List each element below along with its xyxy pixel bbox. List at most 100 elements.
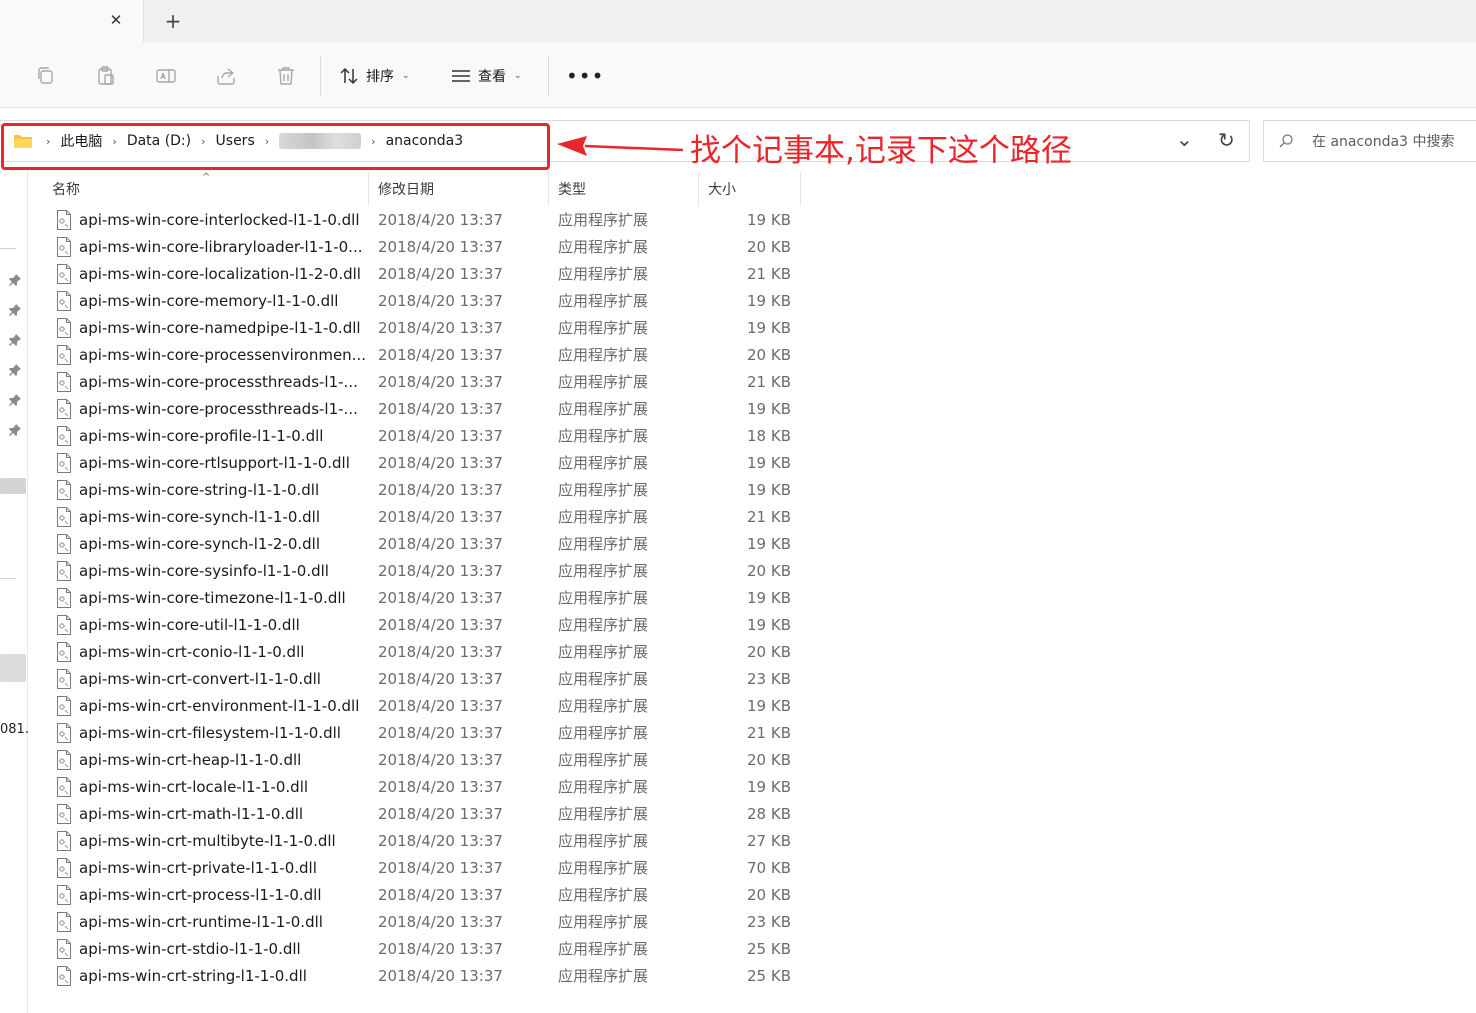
file-size: 25 KB xyxy=(747,940,791,958)
file-row[interactable]: api-ms-win-crt-convert-l1-1-0.dll 2018/4/… xyxy=(54,666,814,693)
column-divider[interactable] xyxy=(548,172,549,206)
command-bar: 排序 ⌄ 查看 ⌄ ••• xyxy=(0,42,1476,108)
dll-file-icon xyxy=(56,966,72,986)
refresh-icon[interactable]: ↻ xyxy=(1218,130,1238,150)
column-divider[interactable] xyxy=(800,172,801,206)
file-modified-date: 2018/4/20 13:37 xyxy=(378,805,503,823)
nav-item-partial-label[interactable]: 081. xyxy=(0,722,29,737)
file-type: 应用程序扩展 xyxy=(558,967,649,985)
close-tab-icon[interactable]: ✕ xyxy=(106,10,126,30)
dll-file-icon xyxy=(56,858,72,878)
file-row[interactable]: api-ms-win-crt-stdio-l1-1-0.dll 2018/4/20… xyxy=(54,936,814,963)
file-size: 19 KB xyxy=(747,778,791,796)
column-header-modified[interactable]: 修改日期 xyxy=(378,172,434,206)
file-type: 应用程序扩展 xyxy=(558,562,649,580)
file-name: api-ms-win-core-interlocked-l1-1-0.dll xyxy=(79,211,360,229)
file-name: api-ms-win-crt-string-l1-1-0.dll xyxy=(79,967,307,985)
pin-icon[interactable] xyxy=(8,423,22,437)
file-row[interactable]: api-ms-win-crt-heap-l1-1-0.dll 2018/4/20 … xyxy=(54,747,814,774)
address-history-chevron-icon[interactable]: ⌄ xyxy=(1176,129,1196,150)
file-row[interactable]: api-ms-win-core-string-l1-1-0.dll 2018/4/… xyxy=(54,477,814,504)
file-modified-date: 2018/4/20 13:37 xyxy=(378,211,503,229)
dll-file-icon xyxy=(56,615,72,635)
file-row[interactable]: api-ms-win-core-processenvironmen... 2018… xyxy=(54,342,814,369)
file-size: 20 KB xyxy=(747,886,791,904)
pin-icon[interactable] xyxy=(8,393,22,407)
dll-file-icon xyxy=(56,885,72,905)
trash-icon[interactable] xyxy=(274,64,298,88)
dll-file-icon xyxy=(56,264,72,284)
file-row[interactable]: api-ms-win-core-rtlsupport-l1-1-0.dll 201… xyxy=(54,450,814,477)
dll-file-icon xyxy=(56,372,72,392)
file-row[interactable]: api-ms-win-crt-runtime-l1-1-0.dll 2018/4/… xyxy=(54,909,814,936)
file-size: 19 KB xyxy=(747,697,791,715)
file-row[interactable]: api-ms-win-crt-filesystem-l1-1-0.dll 2018… xyxy=(54,720,814,747)
search-box[interactable]: 在 anaconda3 中搜索 xyxy=(1263,120,1476,162)
file-name: api-ms-win-crt-math-l1-1-0.dll xyxy=(79,805,304,823)
file-size: 19 KB xyxy=(747,319,791,337)
file-name: api-ms-win-core-libraryloader-l1-1-0... xyxy=(79,238,363,256)
file-row[interactable]: api-ms-win-crt-multibyte-l1-1-0.dll 2018/… xyxy=(54,828,814,855)
copy-icon[interactable] xyxy=(34,64,58,88)
file-name: api-ms-win-core-profile-l1-1-0.dll xyxy=(79,427,324,445)
file-modified-date: 2018/4/20 13:37 xyxy=(378,778,503,796)
new-tab-icon[interactable]: + xyxy=(162,10,184,32)
view-button[interactable]: 查看 ⌄ xyxy=(450,62,522,90)
column-divider[interactable] xyxy=(698,172,699,206)
sort-button[interactable]: 排序 ⌄ xyxy=(338,62,410,90)
column-header-name[interactable]: 名称 xyxy=(52,172,80,206)
tab-current[interactable]: ✕ xyxy=(0,0,144,42)
file-size: 19 KB xyxy=(747,211,791,229)
file-row[interactable]: api-ms-win-crt-process-l1-1-0.dll 2018/4/… xyxy=(54,882,814,909)
file-row[interactable]: api-ms-win-core-libraryloader-l1-1-0... 2… xyxy=(54,234,814,261)
dll-file-icon xyxy=(56,831,72,851)
nav-divider xyxy=(0,578,16,579)
column-header-size[interactable]: 大小 xyxy=(708,172,736,206)
nav-item-selected[interactable] xyxy=(0,654,26,682)
view-label: 查看 xyxy=(478,69,506,85)
file-row[interactable]: api-ms-win-crt-locale-l1-1-0.dll 2018/4/2… xyxy=(54,774,814,801)
file-row[interactable]: api-ms-win-core-processthreads-l1-... 201… xyxy=(54,369,814,396)
file-name: api-ms-win-crt-convert-l1-1-0.dll xyxy=(79,670,321,688)
toolbar-separator xyxy=(320,56,321,96)
toolbar-separator xyxy=(548,56,549,96)
file-name: api-ms-win-core-processenvironmen... xyxy=(79,346,366,364)
more-options-icon[interactable]: ••• xyxy=(566,66,604,86)
file-size: 19 KB xyxy=(747,481,791,499)
file-row[interactable]: api-ms-win-crt-conio-l1-1-0.dll 2018/4/20… xyxy=(54,639,814,666)
file-row[interactable]: api-ms-win-core-timezone-l1-1-0.dll 2018/… xyxy=(54,585,814,612)
nav-item-redacted[interactable] xyxy=(0,478,26,494)
file-row[interactable]: api-ms-win-core-sysinfo-l1-1-0.dll 2018/4… xyxy=(54,558,814,585)
tab-strip: ✕ + xyxy=(0,0,1476,42)
file-row[interactable]: api-ms-win-crt-environment-l1-1-0.dll 201… xyxy=(54,693,814,720)
file-row[interactable]: api-ms-win-core-localization-l1-2-0.dll 2… xyxy=(54,261,814,288)
pin-icon[interactable] xyxy=(8,273,22,287)
file-row[interactable]: api-ms-win-core-memory-l1-1-0.dll 2018/4/… xyxy=(54,288,814,315)
file-row[interactable]: api-ms-win-core-util-l1-1-0.dll 2018/4/20… xyxy=(54,612,814,639)
pin-icon[interactable] xyxy=(8,333,22,347)
file-modified-date: 2018/4/20 13:37 xyxy=(378,265,503,283)
file-type: 应用程序扩展 xyxy=(558,643,649,661)
file-row[interactable]: api-ms-win-core-interlocked-l1-1-0.dll 20… xyxy=(54,207,814,234)
dll-file-icon xyxy=(56,318,72,338)
file-size: 21 KB xyxy=(747,373,791,391)
file-type: 应用程序扩展 xyxy=(558,778,649,796)
file-row[interactable]: api-ms-win-core-namedpipe-l1-1-0.dll 2018… xyxy=(54,315,814,342)
file-name: api-ms-win-core-rtlsupport-l1-1-0.dll xyxy=(79,454,350,472)
file-type: 应用程序扩展 xyxy=(558,616,649,634)
file-row[interactable]: api-ms-win-core-synch-l1-1-0.dll 2018/4/2… xyxy=(54,504,814,531)
file-row[interactable]: api-ms-win-core-processthreads-l1-... 201… xyxy=(54,396,814,423)
pin-icon[interactable] xyxy=(8,363,22,377)
rename-icon[interactable] xyxy=(154,64,178,88)
file-row[interactable]: api-ms-win-core-synch-l1-2-0.dll 2018/4/2… xyxy=(54,531,814,558)
share-icon[interactable] xyxy=(214,64,238,88)
file-row[interactable]: api-ms-win-crt-string-l1-1-0.dll 2018/4/2… xyxy=(54,963,814,990)
paste-icon[interactable] xyxy=(94,64,118,88)
file-row[interactable]: api-ms-win-core-profile-l1-1-0.dll 2018/4… xyxy=(54,423,814,450)
file-name: api-ms-win-crt-multibyte-l1-1-0.dll xyxy=(79,832,336,850)
pin-icon[interactable] xyxy=(8,303,22,317)
column-divider[interactable] xyxy=(368,172,369,206)
file-row[interactable]: api-ms-win-crt-math-l1-1-0.dll 2018/4/20 … xyxy=(54,801,814,828)
column-header-type[interactable]: 类型 xyxy=(558,172,586,206)
file-row[interactable]: api-ms-win-crt-private-l1-1-0.dll 2018/4/… xyxy=(54,855,814,882)
